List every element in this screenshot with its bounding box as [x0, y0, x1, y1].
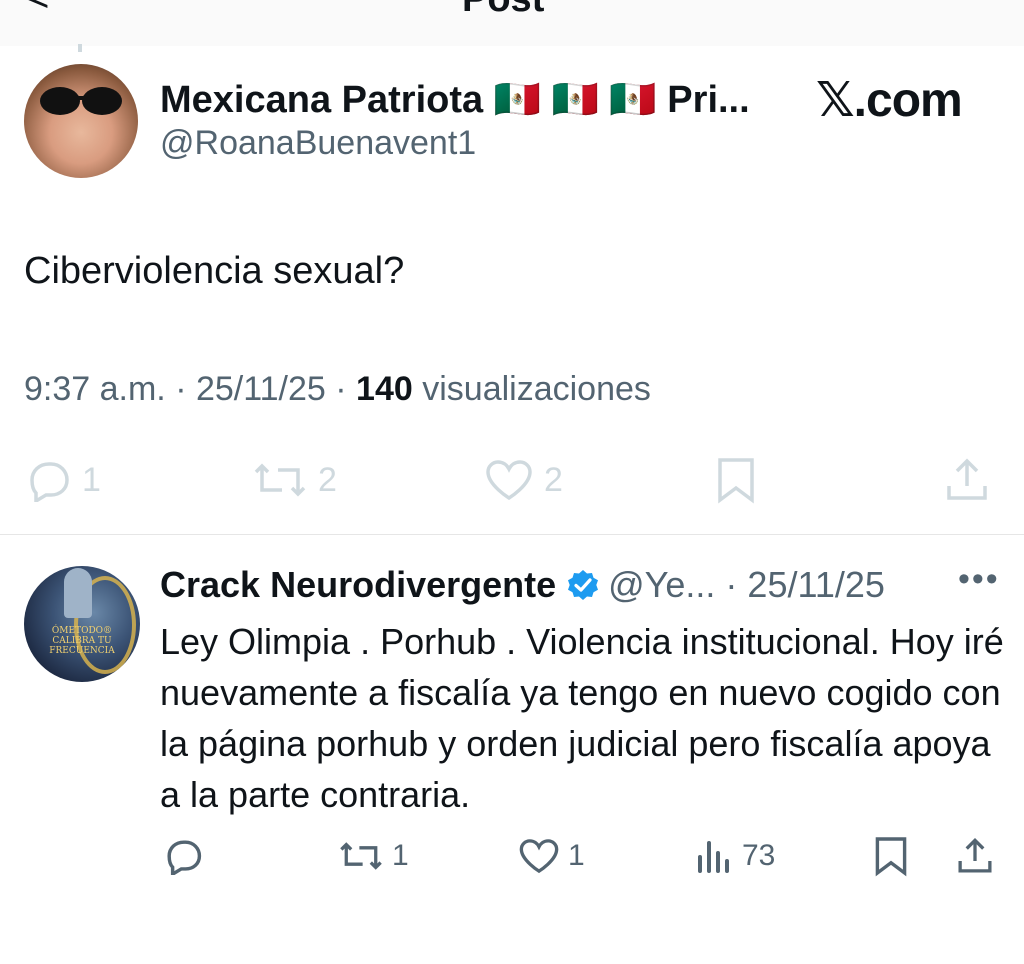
meta-separator: · [335, 370, 357, 408]
post-text: Ciberviolencia sexual? [24, 250, 405, 292]
reply-date[interactable]: 25/11/25 [747, 564, 884, 606]
like-count: 1 [568, 839, 585, 872]
repost-count: 2 [318, 460, 337, 499]
reply-text: Ley Olimpia . Porhub . Violencia institu… [160, 621, 1004, 815]
share-button[interactable] [944, 456, 990, 504]
avatar[interactable]: ÓMETODO® CALIBRA TU FRECUENCIA [24, 566, 140, 682]
views-count: 73 [742, 839, 776, 872]
thread-line [78, 44, 82, 52]
analytics-icon [698, 841, 729, 873]
reply-icon [167, 840, 202, 875]
views-button[interactable]: 73 [694, 836, 775, 876]
page-title: Post [462, 0, 544, 21]
divider [0, 534, 1024, 535]
bookmark-button[interactable] [874, 836, 908, 877]
post-time[interactable]: 9:37 a.m. [24, 370, 166, 408]
share-button[interactable] [956, 836, 994, 876]
xcom-watermark: 𝕏.com [816, 74, 963, 127]
author-name[interactable]: Mexicana Patriota 🇲🇽 🇲🇽 🇲🇽 Pri... [160, 78, 750, 122]
reply-icon [30, 462, 69, 502]
reply-header: Crack Neurodivergente @Ye... · 25/11/25 [160, 564, 885, 606]
repost-icon [254, 463, 306, 497]
heart-icon [486, 460, 532, 501]
like-count: 2 [544, 460, 563, 499]
post-date[interactable]: 25/11/25 [196, 370, 326, 408]
share-icon [947, 458, 987, 500]
heart-icon [519, 839, 559, 874]
bookmark-icon [718, 458, 754, 504]
bookmark-icon [875, 837, 907, 877]
top-bar: < Post [0, 0, 1024, 46]
meta-separator: · [715, 564, 748, 605]
author-name[interactable]: Crack Neurodivergente [160, 564, 556, 606]
repost-icon [340, 842, 382, 870]
back-icon[interactable]: < [26, 0, 49, 21]
bookmark-button[interactable] [716, 456, 756, 504]
author-handle[interactable]: @RoanaBuenavent1 [160, 124, 476, 163]
repost-button[interactable]: 1 [338, 836, 409, 876]
like-button[interactable]: 1 [518, 836, 585, 876]
reply-button[interactable] [162, 836, 204, 876]
author-handle[interactable]: @Ye... [608, 564, 715, 606]
avatar[interactable] [24, 64, 138, 178]
views-label: visualizaciones [422, 370, 651, 408]
avatar-caption: ÓMETODO® CALIBRA TU FRECUENCIA [49, 626, 115, 656]
repost-count: 1 [392, 839, 409, 872]
like-button[interactable]: 2 [484, 456, 563, 504]
sunglasses-graphic [40, 87, 122, 115]
figure-graphic [64, 568, 92, 618]
post-meta: 9:37 a.m. · 25/11/25 · 140 visualizacion… [24, 370, 651, 409]
verified-badge-icon [568, 570, 599, 600]
views-count: 140 [356, 370, 413, 408]
more-options-icon[interactable]: ••• [958, 560, 1000, 599]
reply-count: 1 [82, 460, 101, 499]
reply-button[interactable]: 1 [24, 456, 101, 504]
repost-button[interactable]: 2 [252, 456, 337, 504]
meta-separator: · [175, 370, 196, 408]
share-icon [958, 837, 992, 873]
